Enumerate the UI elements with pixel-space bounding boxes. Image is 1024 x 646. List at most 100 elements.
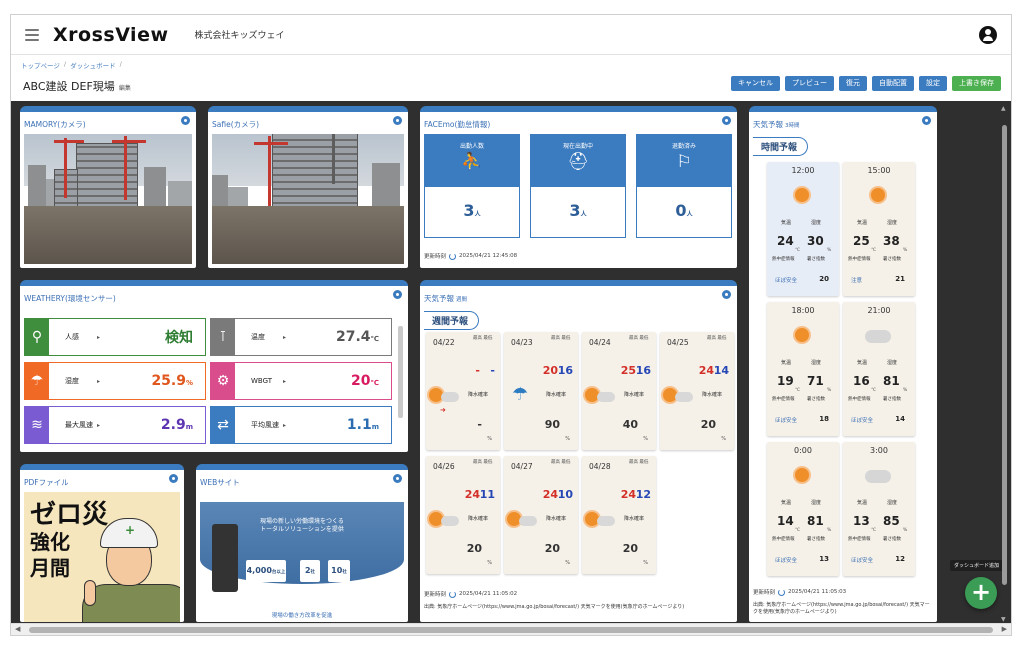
sensor-tile[interactable]: ☂ 湿度 ▸ 25.9% xyxy=(24,362,206,400)
on-duty-box: 現在出勤中 ⛑ 3人 xyxy=(530,134,626,238)
facemo-updated: 更新時刻 2025/04/21 12:45:08 xyxy=(424,252,517,260)
gear-icon[interactable] xyxy=(722,116,731,125)
preview-button[interactable]: プレビュー xyxy=(785,76,834,91)
refresh-icon[interactable] xyxy=(449,590,457,598)
widget-title: WEATHERY(環境センサー) xyxy=(24,294,116,303)
widget-title: FACEmo(勤怠情報) xyxy=(424,120,491,129)
weekly-forecast-widget[interactable]: 天気予報 週間 週間予報 04/22 最高 最低 - - ➜ 降水確率 -% 04/23 最高 最… xyxy=(420,280,737,622)
heat-label: 熱中症情報 xyxy=(772,257,795,262)
sun-cloud-icon xyxy=(663,386,695,406)
refresh-icon[interactable] xyxy=(778,588,786,596)
sensor-tile[interactable]: ⊺ 温度 ▸ 27.4℃ xyxy=(210,318,392,356)
refresh-icon[interactable] xyxy=(449,252,457,260)
scroll-left-icon[interactable]: ◀ xyxy=(15,625,20,633)
website-widget[interactable]: WEBサイト 現場の新しい労働環境をつくる トータルソリューションを提供 4,0… xyxy=(196,464,408,622)
gear-icon[interactable] xyxy=(181,116,190,125)
temp-value: 24 xyxy=(777,234,794,248)
sun-cloud-icon xyxy=(585,510,617,530)
cancel-button[interactable]: キャンセル xyxy=(731,76,780,91)
sensor-tile[interactable]: ≋ 最大風速 ▸ 2.9m xyxy=(24,406,206,444)
scrollbar-thumb[interactable] xyxy=(1002,125,1007,585)
chevron-right-icon: ▸ xyxy=(97,377,101,385)
rain-label: 降水確率 xyxy=(468,392,489,398)
chevron-right-icon: ▸ xyxy=(283,333,287,341)
page-vertical-scrollbar[interactable]: ▲ ▼ xyxy=(1001,105,1009,623)
menu-icon[interactable] xyxy=(25,28,39,41)
slot-time: 18:00 xyxy=(791,306,815,315)
sensor-name: 人感 xyxy=(65,332,79,341)
settings-button[interactable]: 設定 xyxy=(919,76,947,91)
hourly-title: 天気予報 xyxy=(753,120,783,129)
forecast-day: 04/25 最高 最低 24 14 降水確率 20% xyxy=(660,332,734,450)
rain-label: 降水確率 xyxy=(546,392,567,398)
facemo-widget[interactable]: FACEmo(勤怠情報) 出勤人数 ⛹ 3人 現在出勤中 ⛑ 3人 退勤済み ⚐ 0人… xyxy=(420,106,737,268)
percent-unit: % xyxy=(487,436,492,442)
safie-camera-widget[interactable]: Safie(カメラ) xyxy=(208,106,408,268)
sensor-tile[interactable]: ⚙ WBGT ▸ 20℃ xyxy=(210,362,392,400)
heat-index-value: 14 xyxy=(895,415,905,423)
gear-icon[interactable] xyxy=(922,116,931,125)
breadcrumb-top[interactable]: トップページ xyxy=(21,60,60,70)
widget-title: 天気予報 3時間 xyxy=(753,119,800,130)
heat-label: 熱中症情報 xyxy=(772,397,795,402)
rain-probability: 20 xyxy=(622,542,638,555)
scroll-down-icon[interactable]: ▼ xyxy=(1001,616,1006,623)
high-temp: 24 xyxy=(620,488,636,501)
gear-icon[interactable] xyxy=(393,290,402,299)
weathery-widget[interactable]: WEATHERY(環境センサー) ⚲ 人感 ▸ 検知 ⊺ 温度 ▸ 27.4℃ ☂ 湿度 ▸ 25.9… xyxy=(20,280,408,452)
camera-feed-image xyxy=(24,134,192,264)
slot-time: 0:00 xyxy=(794,446,812,455)
scroll-right-icon[interactable]: ▶ xyxy=(1002,625,1007,633)
updated-label: 更新時刻 xyxy=(424,592,447,598)
sensor-tile[interactable]: ⇄ 平均風速 ▸ 1.1m xyxy=(210,406,392,444)
hero-line: 現場の新しい労働環境をつくる xyxy=(260,518,344,525)
forecast-day: 04/24 最高 最低 25 16 降水確率 40% xyxy=(582,332,656,450)
website-link[interactable]: 現場の働き方改革を促進 xyxy=(200,611,404,619)
low-temp: - xyxy=(490,364,495,377)
sensor-tile[interactable]: ⚲ 人感 ▸ 検知 xyxy=(24,318,206,356)
scrollbar-thumb[interactable] xyxy=(29,627,993,633)
gear-icon[interactable] xyxy=(169,474,178,483)
gear-icon[interactable] xyxy=(722,290,731,299)
heat-index-value: 13 xyxy=(819,555,829,563)
user-avatar-icon[interactable] xyxy=(979,26,997,44)
updated-label: 更新時刻 xyxy=(753,590,776,596)
tab-hourly[interactable]: 時間予報 xyxy=(753,137,809,156)
widget-scrollbar[interactable] xyxy=(398,326,403,418)
app-logo[interactable]: XrossView xyxy=(53,24,169,46)
sun-cloud-icon xyxy=(507,510,539,530)
gear-icon[interactable] xyxy=(393,116,402,125)
add-widget-button[interactable]: + xyxy=(965,577,997,609)
high-temp: - xyxy=(475,364,480,377)
scroll-up-icon[interactable]: ▲ xyxy=(1001,105,1006,112)
sensor-value-number: 1.1 xyxy=(346,417,372,433)
overwrite-save-button[interactable]: 上書き保存 xyxy=(952,76,1001,91)
breadcrumb-dashboard[interactable]: ダッシュボード xyxy=(70,60,116,70)
gear-icon[interactable] xyxy=(393,474,402,483)
humidity-value: 30 xyxy=(807,234,824,248)
humidity-value: 38 xyxy=(883,234,900,248)
sensor-value: 25.9% xyxy=(151,373,193,389)
restore-button[interactable]: 復元 xyxy=(839,76,867,91)
low-temp: 10 xyxy=(557,488,573,501)
heat-level: ほぼ安全 xyxy=(775,278,798,284)
high-temp: 24 xyxy=(464,488,480,501)
sensor-value: 2.9m xyxy=(161,417,193,433)
website-preview: 現場の新しい労働環境をつくる トータルソリューションを提供 4,000台以上 2… xyxy=(200,492,404,622)
hourly-slot: 15:00 気温 湿度 25 38 ℃% 熱中症情報 暑さ指数 注意 21 xyxy=(843,162,915,296)
heat-label: 熱中症情報 xyxy=(848,257,871,262)
heat-level: ほぼ安全 xyxy=(851,418,874,424)
percent-unit: % xyxy=(903,528,908,533)
rain-probability: 20 xyxy=(466,542,482,555)
mamory-camera-widget[interactable]: MAMORY(カメラ) xyxy=(20,106,196,268)
celsius-unit: ℃ xyxy=(871,388,877,393)
hourly-forecast-widget[interactable]: 天気予報 3時間 時間予報 12:00 気温 湿度 24 30 ℃% 熱中症情報 暑さ指数 ほぼ安… xyxy=(749,106,937,622)
tab-weekly[interactable]: 週間予報 xyxy=(424,311,480,330)
high-low-label: 最高 最低 xyxy=(629,460,649,465)
sun-cloud-icon xyxy=(429,510,461,530)
auto-layout-button[interactable]: 自動配置 xyxy=(872,76,914,91)
pdf-widget[interactable]: PDFファイル ゼロ災 強化 月間 xyxy=(20,464,184,622)
sensor-name: 最大風速 xyxy=(65,420,93,429)
hourly-slot: 0:00 気温 湿度 14 81 ℃% 熱中症情報 暑さ指数 ほぼ安全 13 xyxy=(767,442,839,576)
page-horizontal-scrollbar[interactable]: ◀ ▶ xyxy=(11,623,1011,635)
